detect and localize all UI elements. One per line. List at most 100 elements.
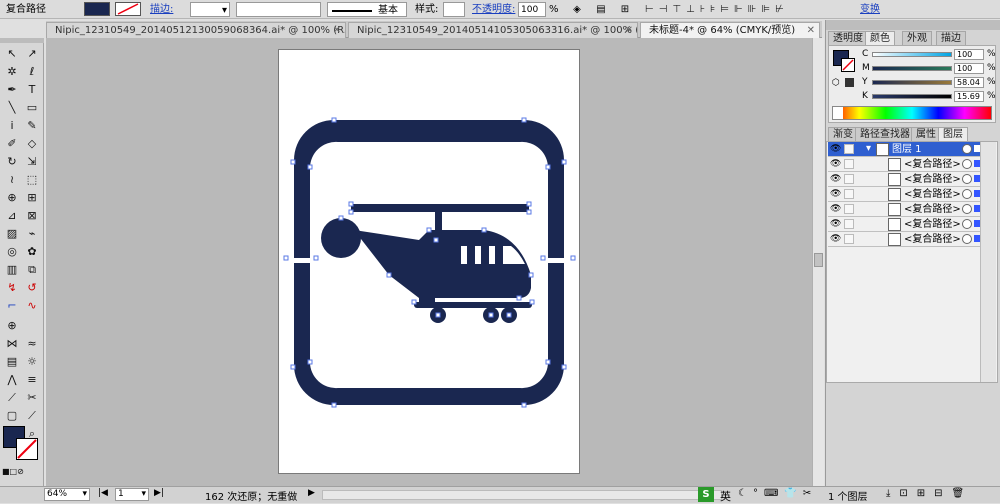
reshape-tool-icon[interactable]: ↺ bbox=[23, 280, 41, 296]
doc-tab-3[interactable]: 未标题-4* @ 64% (CMYK/预览) ✕ bbox=[640, 22, 820, 38]
tab-attributes[interactable]: 属性 bbox=[911, 127, 941, 141]
perspective-grid-icon[interactable]: ⊿ bbox=[3, 208, 21, 224]
pencil-icon[interactable]: ✎ bbox=[23, 118, 41, 134]
wrinkle-icon[interactable]: ≈ bbox=[23, 336, 41, 352]
flare-icon[interactable]: ☼ bbox=[23, 354, 41, 370]
channel-k-input[interactable]: 15.69 bbox=[954, 91, 984, 102]
color-spectrum[interactable] bbox=[832, 106, 992, 120]
prev-artboard-icon[interactable]: |◀ bbox=[98, 488, 108, 498]
canvas-workspace[interactable] bbox=[46, 38, 812, 486]
target-icon[interactable] bbox=[962, 234, 972, 244]
magic-wand-icon[interactable]: ✲ bbox=[3, 64, 21, 80]
wave-tool-icon[interactable]: ∿ bbox=[23, 298, 41, 314]
eye-icon[interactable]: 👁 bbox=[830, 219, 841, 229]
sublayer-row[interactable]: 👁 <复合路径> bbox=[828, 157, 981, 172]
ime-language[interactable]: 英 bbox=[720, 488, 731, 504]
lock-toggle[interactable] bbox=[844, 234, 854, 244]
channel-k-slider[interactable] bbox=[872, 94, 952, 99]
stroke-weight-select[interactable]: ▾ bbox=[190, 2, 230, 17]
artboard-select[interactable]: 1 ▾ bbox=[115, 488, 149, 501]
close-icon[interactable]: ✕ bbox=[807, 23, 815, 38]
list-icon[interactable]: ≡ bbox=[23, 372, 41, 388]
color-mode-icon[interactable]: ■□⊘ bbox=[2, 464, 24, 480]
close-icon[interactable]: ✕ bbox=[333, 23, 341, 38]
curvature-tool-icon[interactable]: ⌐ bbox=[3, 298, 21, 314]
stroke-color-swatch[interactable] bbox=[16, 438, 38, 460]
target-icon[interactable] bbox=[962, 219, 972, 229]
tab-color[interactable]: 颜色 bbox=[865, 31, 895, 45]
toolbox-grip[interactable] bbox=[0, 38, 44, 43]
target-icon[interactable] bbox=[962, 204, 972, 214]
lock-toggle[interactable] bbox=[844, 189, 854, 199]
zoom-select[interactable]: 64% ▾ bbox=[44, 488, 90, 501]
symbol-sprayer-icon[interactable]: ✿ bbox=[23, 244, 41, 260]
eyedropper-icon[interactable]: ⌁ bbox=[23, 226, 41, 242]
helicopter-sign-artwork[interactable] bbox=[279, 50, 581, 475]
channel-c-slider[interactable] bbox=[872, 52, 952, 57]
cube-icon[interactable]: ⬡ bbox=[832, 78, 840, 88]
sublayer-name[interactable]: <复合路径> bbox=[904, 158, 961, 171]
style-swatch[interactable] bbox=[443, 2, 465, 17]
sublayer-row[interactable]: 👁 <复合路径> bbox=[828, 187, 981, 202]
close-icon[interactable]: ✕ bbox=[625, 23, 633, 38]
scrollbar-thumb[interactable] bbox=[814, 253, 823, 267]
channel-m-input[interactable]: 100 bbox=[954, 63, 984, 74]
paintbrush-icon[interactable]: ⅰ bbox=[3, 118, 21, 134]
knife-icon[interactable]: ⟋ bbox=[23, 408, 41, 424]
rotate-tool-icon[interactable]: ↻ bbox=[3, 154, 21, 170]
artboard-tool-icon[interactable]: ⧉ bbox=[23, 262, 41, 278]
brush-definition-select[interactable]: 基本 bbox=[327, 2, 407, 17]
sublayer-name[interactable]: <复合路径> bbox=[904, 188, 961, 201]
sublayer-name[interactable]: <复合路径> bbox=[904, 233, 961, 246]
vertical-scrollbar[interactable] bbox=[812, 38, 824, 486]
tab-gradient[interactable]: 渐变 bbox=[828, 127, 858, 141]
tab-pathfinder[interactable]: 路径查找器 bbox=[855, 127, 915, 141]
layer-row-top[interactable]: 👁 ▾ 图层 1 bbox=[828, 142, 981, 157]
horizontal-scrollbar[interactable] bbox=[322, 490, 722, 500]
opacity-label[interactable]: 不透明度: bbox=[472, 2, 515, 17]
eye-icon[interactable]: 👁 bbox=[830, 144, 841, 154]
tab-layers[interactable]: 图层 bbox=[938, 127, 968, 141]
selection-tool-icon[interactable]: ↖ bbox=[3, 46, 21, 62]
expand-arrow-icon[interactable]: ▾ bbox=[866, 143, 871, 154]
rotor-mast[interactable] bbox=[435, 212, 442, 232]
blend-tool-icon[interactable]: ◎ bbox=[3, 244, 21, 260]
column-graph-icon[interactable]: ▥ bbox=[3, 262, 21, 278]
sublayer-row[interactable]: 👁 <复合路径> bbox=[828, 217, 981, 232]
eye-icon[interactable]: 👁 bbox=[830, 204, 841, 214]
channel-y-slider[interactable] bbox=[872, 80, 952, 85]
rotor-blade[interactable] bbox=[351, 204, 529, 212]
sublayer-name[interactable]: <复合路径> bbox=[904, 218, 961, 231]
opacity-input[interactable]: 100 bbox=[518, 2, 546, 17]
pen-tool-icon[interactable]: ✒ bbox=[3, 82, 21, 98]
blob-brush-icon[interactable]: ✐ bbox=[3, 136, 21, 152]
lock-toggle[interactable] bbox=[844, 144, 854, 154]
direct-selection-tool-icon[interactable]: ↗ bbox=[23, 46, 41, 62]
panel-grip[interactable] bbox=[826, 20, 1000, 30]
slice-tool-icon[interactable]: ⟋ bbox=[3, 390, 21, 406]
sublayer-name[interactable]: <复合路径> bbox=[904, 173, 961, 186]
ime-tools-icons[interactable]: ☾°⌨👕✂ bbox=[738, 488, 817, 499]
layer-actions-icons[interactable]: ⤓⊡⊞⊟🗑 bbox=[886, 488, 973, 499]
tail-rotor[interactable] bbox=[321, 218, 361, 258]
channel-c-input[interactable]: 100 bbox=[954, 49, 984, 60]
artboard-icon[interactable]: ▢ bbox=[3, 408, 21, 424]
transform-link[interactable]: 变换 bbox=[860, 2, 880, 17]
stroke-swatch[interactable] bbox=[115, 2, 141, 16]
mesh-tool-icon[interactable]: ⊠ bbox=[23, 208, 41, 224]
envelope-icon[interactable]: ⋈ bbox=[3, 336, 21, 352]
target-icon[interactable] bbox=[962, 189, 972, 199]
sublayer-row[interactable]: 👁 <复合路径> bbox=[828, 202, 981, 217]
fill-swatch[interactable] bbox=[84, 2, 110, 16]
warp-tool-icon[interactable]: ≀ bbox=[3, 172, 21, 188]
doc-tab-2[interactable]: Nipic_12310549_20140514105305063316.ai* … bbox=[348, 22, 638, 38]
layer-target-icon[interactable] bbox=[962, 144, 972, 154]
scale-tool-icon[interactable]: ⇲ bbox=[23, 154, 41, 170]
lasso-icon[interactable]: ℓ bbox=[23, 64, 41, 80]
lock-toggle[interactable] bbox=[844, 174, 854, 184]
layers-scrollbar[interactable] bbox=[980, 142, 996, 382]
recolor-artwork-icon[interactable]: ◈ bbox=[566, 2, 588, 17]
target-icon[interactable] bbox=[962, 159, 972, 169]
next-artboard-icon[interactable]: ▶| bbox=[154, 488, 164, 498]
lock-toggle[interactable] bbox=[844, 219, 854, 229]
